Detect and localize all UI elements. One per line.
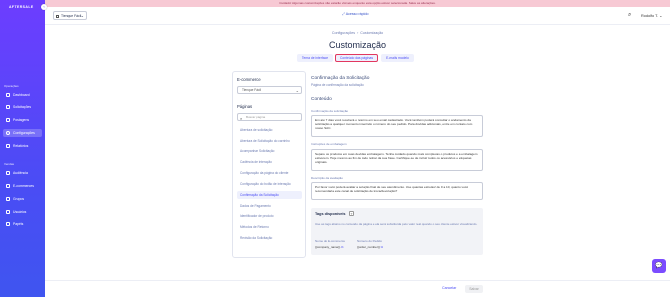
- field-label: Instruções de embalagem: [311, 142, 347, 146]
- user-name: Rodolfo T.: [641, 14, 659, 18]
- copy-icon[interactable]: ⧉: [381, 245, 383, 249]
- tags-description: Use as tags abaixo no conteúdo da página…: [315, 222, 478, 226]
- search-icon[interactable]: ⌕: [628, 12, 631, 19]
- page-item[interactable]: Revisão da Solicitação: [237, 234, 302, 242]
- tag-label: Número do Pedido: [357, 239, 383, 243]
- tab-interface-theme[interactable]: Tema de interface: [297, 54, 333, 62]
- ecommerce-select[interactable]: Tienque Fácil ⌄: [237, 86, 302, 94]
- page-title: Customização: [328, 40, 387, 50]
- tag-value[interactable]: {{order_number}} ⧉: [357, 245, 383, 249]
- groups-icon: [6, 197, 10, 201]
- page-item[interactable]: Identificador de produto: [237, 212, 302, 220]
- page-item[interactable]: Configuração do botão de interação: [237, 180, 302, 188]
- page-item[interactable]: Cadência de interação: [237, 158, 302, 166]
- sidebar-item-label: Solicitações: [13, 105, 32, 109]
- rating-textarea[interactable]: Por favor você poderá avaliar a solução …: [311, 182, 483, 200]
- field-label: Confirmação da solicitação: [311, 109, 349, 113]
- store-select-value: Tienque Fácil: [61, 14, 82, 18]
- sidebar-item-label: Usuários: [13, 210, 27, 214]
- chevron-down-icon: ⌄: [80, 13, 84, 18]
- shipments-icon: [6, 118, 10, 122]
- page-item[interactable]: Configuração da página do cliente: [237, 169, 302, 177]
- tags-box: Tags disponíveis ? Use as tags abaixo no…: [311, 208, 483, 255]
- field-label: Descrição da avaliação: [311, 176, 343, 180]
- tag-label: Nome do E-commerce: [315, 239, 346, 243]
- search-icon: ⌕: [240, 116, 243, 121]
- sidebar-item-reports[interactable]: Relatórios: [3, 142, 42, 150]
- sidebar-item-requests[interactable]: Solicitações: [3, 103, 42, 111]
- chevron-down-icon: ⌄: [659, 14, 663, 18]
- breadcrumb-current: Customização: [360, 31, 384, 35]
- roles-icon: [6, 222, 10, 226]
- breadcrumb-parent[interactable]: Configurações: [332, 31, 355, 35]
- sidebar-item-audience[interactable]: Audiência: [3, 169, 42, 177]
- requests-icon: [6, 105, 10, 109]
- dashboard-icon: [6, 93, 10, 97]
- sidebar-item-settings[interactable]: Configurações: [3, 129, 42, 137]
- tab-page-content[interactable]: Conteúdo das páginas: [335, 54, 378, 62]
- user-menu[interactable]: Rodolfo T. ⌄: [641, 13, 662, 18]
- sidebar-item-label: Audiência: [13, 171, 28, 175]
- copy-icon[interactable]: ⧉: [341, 245, 343, 249]
- tags-heading: Tags disponíveis: [315, 212, 346, 216]
- page-item[interactable]: Acompanhar Solicitação: [237, 147, 302, 155]
- help-icon[interactable]: ?: [349, 211, 354, 216]
- breadcrumb: Configurações › Customização: [0, 31, 670, 35]
- page-item[interactable]: Abertura de solicitação: [237, 126, 302, 134]
- warning-banner: Cuidado! Algumas customizações não estar…: [45, 0, 670, 7]
- sidebar-item-shipments[interactable]: Postagens: [3, 116, 42, 124]
- packaging-textarea[interactable]: Separe os produtos em suas devidas embal…: [311, 149, 483, 171]
- content-subtitle: Página de confirmação da solicitação: [311, 83, 364, 87]
- footer-bar: Cancelar Salvar: [45, 280, 670, 297]
- breadcrumb-separator: ›: [357, 31, 359, 35]
- page-item-active[interactable]: Confirmação da Solicitação: [237, 191, 302, 199]
- tag-code: {{order_number}}: [357, 245, 380, 249]
- quick-access-label: Acesso rápido: [345, 12, 369, 16]
- tab-email-templates[interactable]: E-mails modelo: [381, 54, 414, 62]
- gear-icon: [6, 131, 10, 135]
- sidebar-item-label: Configurações: [13, 131, 35, 135]
- sidebar-item-label: E-commerces: [13, 184, 34, 188]
- reports-icon: [6, 144, 10, 148]
- sidebar-item-label: Dashboard: [13, 93, 30, 97]
- content-section-heading: Conteúdo: [311, 97, 332, 102]
- store-icon: [6, 184, 10, 188]
- page-selector-panel: E-commerce Tienque Fácil ⌄ Páginas ⌕ Bus…: [232, 71, 306, 258]
- sidebar-section-ops: Operações: [4, 84, 19, 88]
- page-search-input[interactable]: ⌕ Buscar página: [237, 113, 302, 121]
- sidebar-item-ecommerces[interactable]: E-commerces: [3, 182, 42, 190]
- sidebar-item-groups[interactable]: Grupos: [3, 195, 42, 203]
- save-button[interactable]: Salvar: [465, 285, 483, 293]
- page-item[interactable]: Métodos de Retorno: [237, 223, 302, 231]
- content-title: Confirmação da Solicitação: [311, 76, 370, 81]
- sidebar-item-users[interactable]: Usuários: [3, 208, 42, 216]
- sidebar: AFTERSALE ‹ Operações Dashboard Solicita…: [0, 0, 47, 297]
- tag-value[interactable]: {{company_name}} ⧉: [315, 245, 343, 249]
- cancel-button[interactable]: Cancelar: [442, 286, 456, 290]
- bag-icon: [56, 14, 59, 18]
- sidebar-section-growth: Vendas: [4, 162, 15, 166]
- app-logo: AFTERSALE: [9, 5, 34, 9]
- sidebar-item-dashboard[interactable]: Dashboard: [3, 91, 42, 99]
- sidebar-item-label: Papéis: [13, 222, 24, 226]
- chevron-down-icon: ⌄: [295, 88, 299, 93]
- confirmation-textarea[interactable]: Em até 7 dias você receberá o retorno em…: [311, 115, 483, 137]
- page-item[interactable]: Abertura de Solicitação do carrinho: [237, 137, 302, 145]
- audience-icon: [6, 171, 10, 175]
- users-icon: [6, 210, 10, 214]
- ecommerce-select-value: Tienque Fácil: [242, 88, 262, 92]
- tag-code: {{company_name}}: [315, 245, 341, 249]
- sidebar-item-label: Relatórios: [13, 144, 29, 148]
- ecommerce-heading: E-commerce: [237, 77, 261, 82]
- page-search-placeholder: Buscar página: [246, 115, 266, 119]
- quick-access-button[interactable]: ⤢ Acesso rápido: [342, 12, 368, 16]
- top-bar: Tienque Fácil ⌄ ⤢ Acesso rápido ⌕ Rodolf…: [45, 7, 670, 25]
- sidebar-item-label: Postagens: [13, 118, 30, 122]
- page-item[interactable]: Dados de Pagamento: [237, 202, 302, 210]
- chat-icon[interactable]: 💬: [652, 259, 666, 273]
- sidebar-item-roles[interactable]: Papéis: [3, 220, 42, 228]
- sidebar-item-label: Grupos: [13, 197, 25, 201]
- pages-heading: Páginas: [237, 104, 253, 109]
- store-select[interactable]: Tienque Fácil ⌄: [53, 11, 87, 20]
